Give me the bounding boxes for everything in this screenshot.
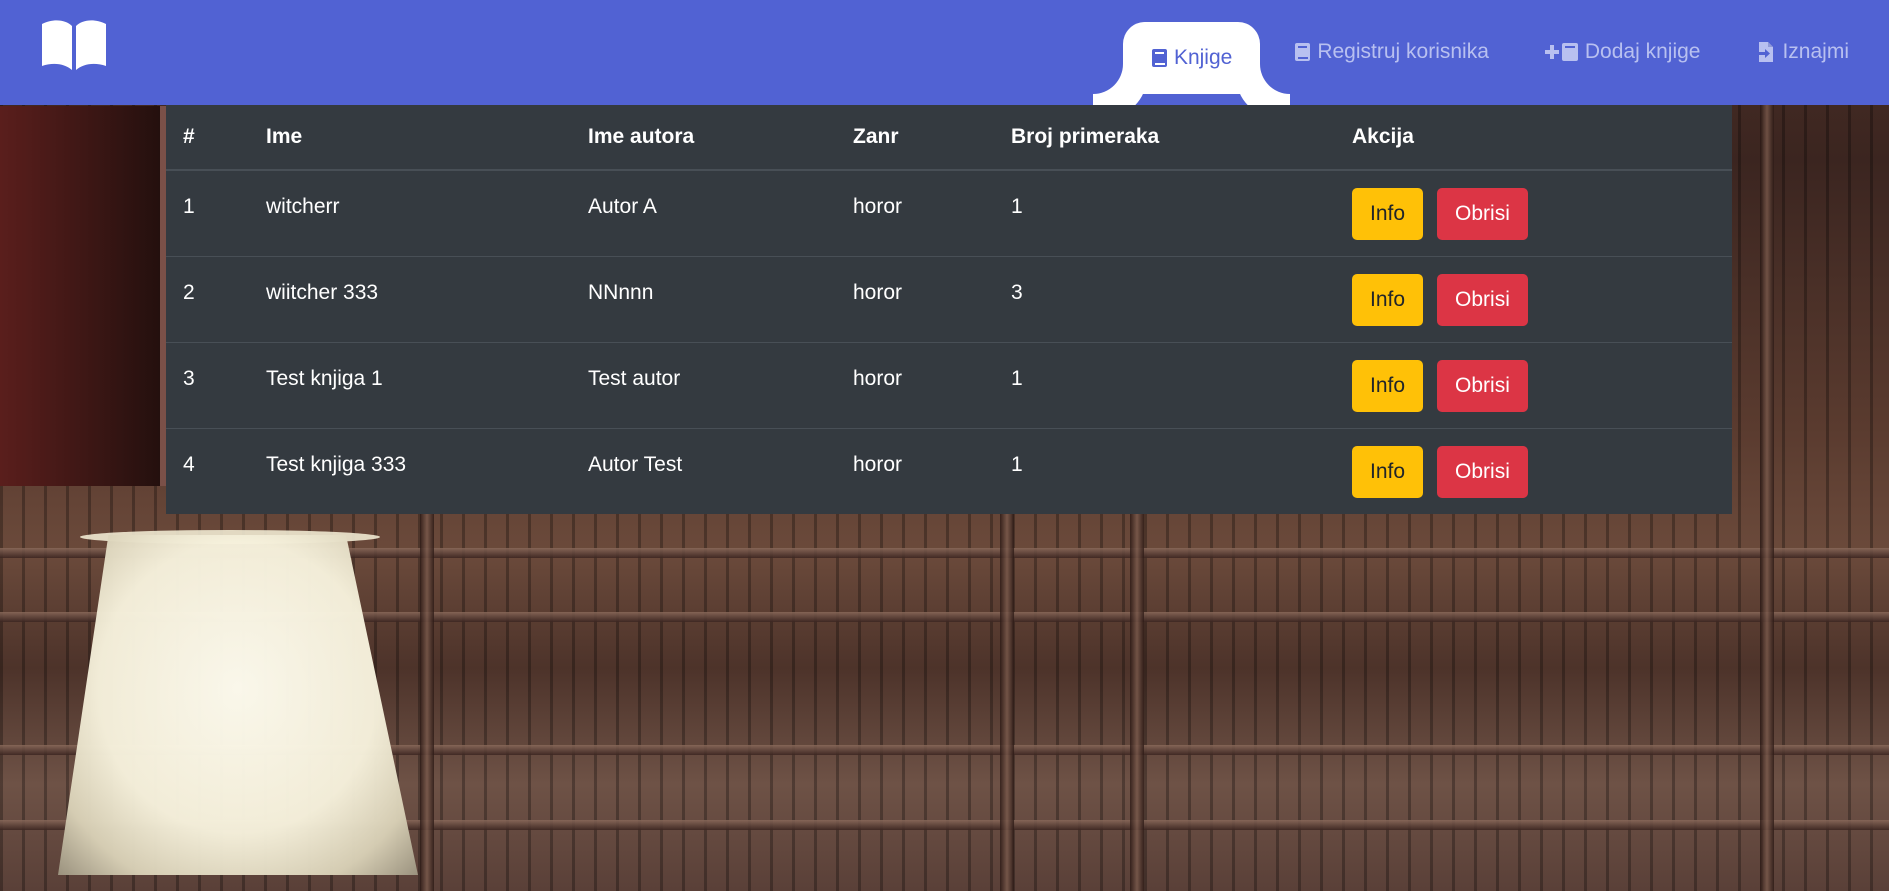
delete-button[interactable]: Obrisi [1437,445,1528,498]
cell-number: 4 [183,452,195,476]
cell-actions: Info Obrisi [1335,342,1732,429]
cell-author: Autor A [571,170,836,257]
table-row: 1 witcherr Autor A horor 1 Info Obrisi [166,170,1732,257]
cell-copies: 1 [994,170,1335,257]
nav-item-knjige[interactable]: Knjige [1122,22,1261,94]
info-button[interactable]: Info [1352,273,1424,326]
cell-number: 3 [166,342,249,429]
nav-item-dodaj-knjige[interactable]: Dodaj knjige [1517,22,1729,82]
cell-actions: Info Obrisi [1335,428,1732,514]
delete-button[interactable]: Obrisi [1437,273,1528,326]
cell-author: Test autor [571,342,836,429]
cell-actions: Info Obrisi [1335,256,1732,343]
background-lamp [58,535,418,875]
books-table: # Ime Ime autora Zanr Broj primeraka Akc… [166,105,1732,514]
book-icon [1151,48,1168,68]
delete-button[interactable]: Obrisi [1437,188,1528,240]
open-book-icon[interactable] [40,18,108,72]
table-header-row: # Ime Ime autora Zanr Broj primeraka Akc… [166,105,1732,171]
nav-item-label: Registruj korisnika [1317,40,1489,63]
info-button[interactable]: Info [1352,445,1424,498]
cell-copies: 1 [1011,452,1023,476]
navbar: Knjige Registruj korisnika Dodaj knjige … [0,0,1889,105]
cell-book-name: Test knjiga 1 [249,342,571,429]
cell-number: 1 [166,170,249,257]
cell-book-name: wiitcher 333 [249,256,571,343]
column-header: Ime [249,105,571,171]
nav-menu: Knjige Registruj korisnika Dodaj knjige … [1093,22,1889,105]
file-export-icon [1756,41,1776,63]
info-button[interactable]: Info [1352,359,1424,412]
cell-genre: horor [836,256,994,343]
nav-item-label: Iznajmi [1782,40,1849,63]
books-table-container: # Ime Ime autora Zanr Broj primeraka Akc… [166,105,1732,514]
cell-genre: horor [836,342,994,429]
table-row: 4 Test knjiga 333 Autor Test horor 1 Inf… [166,428,1732,514]
cell-number: 2 [166,256,249,343]
table-row: 3 Test knjiga 1 Test autor horor 1 Info O… [166,342,1732,429]
info-button[interactable]: Info [1352,188,1424,240]
nav-item-registruj-korisnika[interactable]: Registruj korisnika [1266,22,1517,82]
cell-author: Autor Test [588,452,683,476]
background-window [0,106,166,486]
column-header: # [166,105,249,171]
cell-actions: Info Obrisi [1335,170,1732,257]
nav-item-label: Knjige [1173,46,1233,69]
cell-copies: 3 [994,256,1335,343]
column-header: Zanr [836,105,994,171]
delete-button[interactable]: Obrisi [1437,359,1528,412]
cell-genre: horor [853,452,903,476]
table-row: 2 wiitcher 333 NNnnn horor 3 Info Obrisi [166,256,1732,343]
plus-book-icon [1544,42,1579,62]
column-header: Broj primeraka [994,105,1335,171]
cell-author: NNnnn [571,256,836,343]
background-post [1760,100,1774,891]
cell-book-name: Test knjiga 333 [266,452,407,476]
cell-genre: horor [836,170,994,257]
column-header: Akcija [1335,105,1732,171]
column-header: Ime autora [571,105,836,171]
cell-copies: 1 [994,342,1335,429]
book-icon [1294,42,1311,62]
nav-item-iznajmi[interactable]: Iznajmi [1728,22,1889,82]
nav-item-label: Dodaj knjige [1584,40,1701,63]
cell-book-name: witcherr [249,170,571,257]
